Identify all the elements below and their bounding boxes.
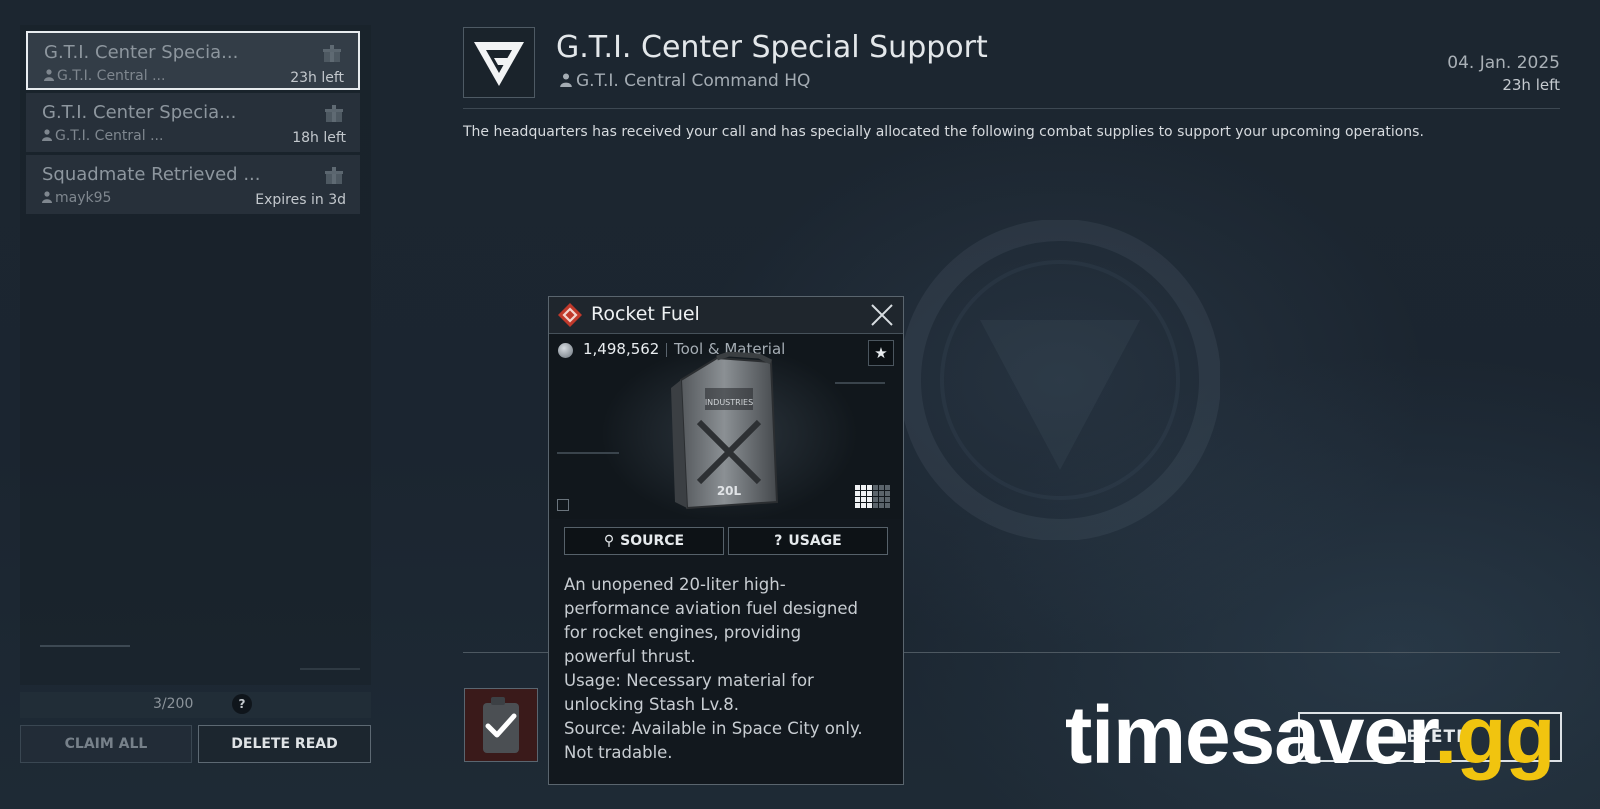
expand-icon bbox=[557, 499, 569, 511]
close-icon[interactable] bbox=[869, 302, 895, 328]
mail-item[interactable]: G.T.I. Center Specia... G.T.I. Central .… bbox=[26, 31, 360, 90]
gift-icon bbox=[325, 167, 343, 184]
list-divider bbox=[300, 668, 360, 670]
tooltip-header: Rocket Fuel bbox=[549, 297, 903, 334]
coin-icon bbox=[558, 343, 573, 358]
mail-item[interactable]: G.T.I. Center Specia... G.T.I. Central .… bbox=[26, 93, 360, 152]
sender-logo bbox=[463, 27, 535, 98]
rarity-diamond-icon bbox=[558, 303, 582, 327]
mail-body: The headquarters has received your call … bbox=[463, 124, 1424, 140]
person-icon bbox=[44, 69, 54, 81]
mail-time-left: 23h left bbox=[1502, 76, 1560, 94]
mail-item-sender: G.T.I. Central ... bbox=[42, 128, 163, 144]
description-line: Source: Available in Space City only. bbox=[564, 719, 863, 738]
gti-logo-icon bbox=[474, 42, 524, 86]
person-icon bbox=[42, 191, 52, 203]
mail-item-sender: mayk95 bbox=[42, 190, 111, 206]
favorite-star-button[interactable]: ★ bbox=[868, 340, 894, 366]
mail-sender: G.T.I. Central Command HQ bbox=[560, 71, 810, 91]
gift-icon bbox=[323, 45, 341, 62]
divider bbox=[463, 108, 1560, 109]
mail-item-sender-name: mayk95 bbox=[55, 190, 112, 206]
person-icon bbox=[560, 73, 572, 87]
mail-list-panel: G.T.I. Center Specia... G.T.I. Central .… bbox=[20, 25, 371, 685]
mail-item-title: Squadmate Retrieved ... bbox=[42, 164, 261, 185]
mail-title: G.T.I. Center Special Support bbox=[556, 30, 988, 65]
mail-count: 3/200 bbox=[153, 696, 194, 712]
item-tooltip: Rocket Fuel 1,498,562 Tool & Material ★ … bbox=[548, 296, 904, 785]
checkmark-icon bbox=[485, 713, 517, 738]
can-brand-label: INDUSTRIES bbox=[705, 398, 753, 407]
decor-line bbox=[557, 452, 619, 454]
item-value: 1,498,562 bbox=[583, 340, 660, 358]
question-icon: ? bbox=[774, 533, 783, 549]
mail-item-sender: G.T.I. Central ... bbox=[44, 68, 165, 84]
item-size-grid-icon bbox=[855, 485, 890, 508]
gift-icon bbox=[325, 105, 343, 122]
mail-item-sender-name: G.T.I. Central ... bbox=[57, 68, 166, 84]
description-line: An unopened 20-liter high- bbox=[564, 575, 786, 594]
item-description: An unopened 20-liter high- performance a… bbox=[564, 573, 894, 765]
watermark: timesaver.gg bbox=[1065, 695, 1555, 777]
claim-all-button[interactable]: CLAIM ALL bbox=[20, 725, 192, 763]
source-label: SOURCE bbox=[620, 533, 685, 549]
mail-item[interactable]: Squadmate Retrieved ... mayk95 Expires i… bbox=[26, 155, 360, 214]
jerrycan-image: INDUSTRIES 20L bbox=[671, 352, 779, 510]
mail-sender-name: G.T.I. Central Command HQ bbox=[576, 71, 811, 91]
mail-item-time: Expires in 3d bbox=[255, 192, 346, 208]
description-line: Usage: Necessary material for bbox=[564, 671, 814, 690]
watermark-suffix: .gg bbox=[1434, 690, 1555, 781]
mail-count-bar: 3/200 ? bbox=[20, 692, 371, 718]
usage-button[interactable]: ? USAGE bbox=[728, 527, 888, 555]
mail-item-sender-name: G.T.I. Central ... bbox=[55, 128, 164, 144]
description-line: Not tradable. bbox=[564, 743, 673, 762]
background-emblem bbox=[900, 220, 1220, 540]
can-volume-label: 20L bbox=[717, 484, 742, 498]
description-line: for rocket engines, providing bbox=[564, 623, 802, 642]
attachment-slot[interactable] bbox=[464, 688, 538, 762]
source-button[interactable]: ⚲ SOURCE bbox=[564, 527, 724, 555]
watermark-main: timesaver bbox=[1065, 690, 1435, 781]
description-line: performance aviation fuel designed bbox=[564, 599, 858, 618]
mail-item-title: G.T.I. Center Specia... bbox=[42, 102, 237, 123]
description-line: unlocking Stash Lv.8. bbox=[564, 695, 739, 714]
usage-label: USAGE bbox=[788, 533, 842, 549]
mail-item-time: 23h left bbox=[290, 70, 344, 86]
decor-line bbox=[835, 382, 885, 384]
help-icon[interactable]: ? bbox=[232, 694, 252, 714]
description-line: powerful thrust. bbox=[564, 647, 696, 666]
delete-read-button[interactable]: DELETE READ bbox=[198, 725, 371, 763]
mail-date: 04. Jan. 2025 bbox=[1447, 53, 1560, 73]
item-image-area: 1,498,562 Tool & Material ★ INDUSTRIES 2… bbox=[549, 334, 903, 519]
person-icon bbox=[42, 129, 52, 141]
mail-item-time: 18h left bbox=[292, 130, 346, 146]
list-divider bbox=[40, 645, 130, 647]
mail-item-title: G.T.I. Center Specia... bbox=[44, 42, 239, 63]
item-name: Rocket Fuel bbox=[591, 303, 700, 325]
search-icon: ⚲ bbox=[603, 533, 615, 549]
